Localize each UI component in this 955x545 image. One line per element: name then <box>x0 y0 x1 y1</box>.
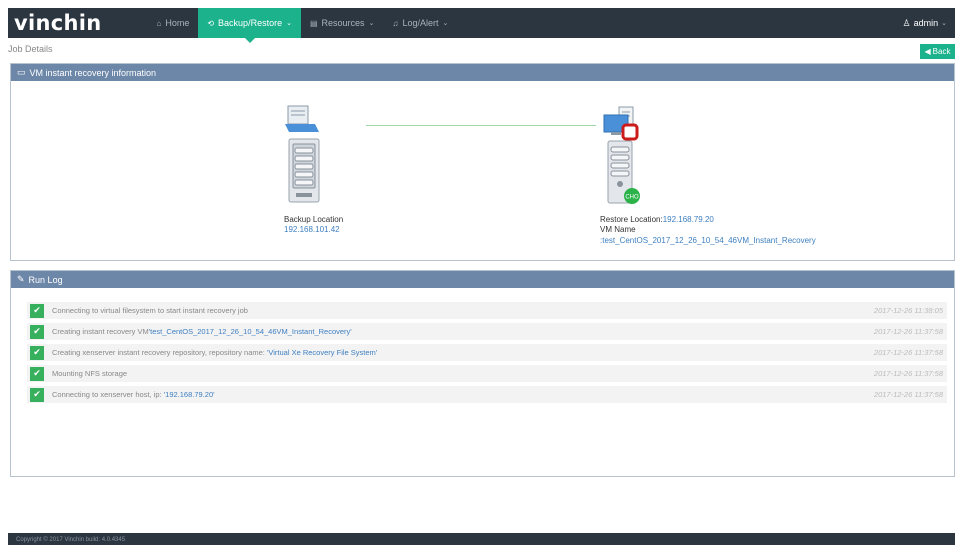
log-time: 2017-12-26 11:37:58 <box>873 390 943 399</box>
nav-backup-restore[interactable]: ⟲ Backup/Restore ⌄ <box>198 8 301 43</box>
nav-resources-label: Resources <box>321 18 365 28</box>
log-row: ✔ Creating xenserver instant recovery re… <box>27 344 947 361</box>
connection-line <box>366 125 596 126</box>
resources-icon: ▤ <box>309 18 318 28</box>
bell-icon: ♫ <box>392 18 399 28</box>
vm-link[interactable]: 'test_CentOS_2017_12_26_10_54_46VM_Insta… <box>149 327 352 336</box>
check-icon: ✔ <box>30 345 44 360</box>
status-badge: CHO <box>625 195 639 201</box>
check-icon: ✔ <box>30 324 44 339</box>
log-time: 2017-12-26 11:37:58 <box>873 327 943 336</box>
log-row: ✔ Connecting to virtual filesystem to st… <box>27 302 947 319</box>
log-list: ✔ Connecting to virtual filesystem to st… <box>27 302 947 407</box>
chevron-down-icon: ⌄ <box>286 20 292 27</box>
backup-ip-link[interactable]: 192.168.101.42 <box>284 225 340 234</box>
log-message: Mounting NFS storage <box>52 369 128 378</box>
check-icon: ✔ <box>30 366 44 381</box>
vm-name-label: VM Name <box>600 225 636 234</box>
restore-ip-link[interactable]: 192.168.79.20 <box>663 215 714 224</box>
run-log-panel: ✎ Run Log ✔ Connecting to virtual filesy… <box>10 270 955 477</box>
chevron-down-icon: ⌄ <box>368 20 375 27</box>
backup-restore-icon: ⟲ <box>207 18 215 28</box>
host-ip-link[interactable]: '192.168.79.20' <box>164 390 215 399</box>
check-icon: ✔ <box>30 387 44 402</box>
footer: Copyright © 2017 Vinchin build: 4.0.4345 <box>8 533 955 545</box>
vm-panel-title: VM instant recovery information <box>29 67 157 78</box>
arrow-left-icon: ◀ <box>924 47 931 56</box>
home-icon: ⌂ <box>156 18 162 28</box>
nav-home[interactable]: ⌂ Home <box>147 8 198 38</box>
log-row: ✔ Mounting NFS storage 2017-12-26 11:37:… <box>27 365 947 382</box>
check-icon: ✔ <box>30 303 44 318</box>
nav-home-label: Home <box>165 18 190 28</box>
page-title: Job Details <box>8 44 53 54</box>
user-icon: ♙ <box>902 17 911 28</box>
nav-resources[interactable]: ▤ Resources ⌄ <box>301 8 383 38</box>
user-menu[interactable]: ♙ admin ⌄ <box>903 8 947 38</box>
repository-link[interactable]: 'Virtual Xe Recovery File System' <box>267 348 377 357</box>
log-time: 2017-12-26 11:38:05 <box>873 306 943 315</box>
log-panel-header: ✎ Run Log <box>11 271 954 288</box>
brand-logo[interactable]: vinchin <box>14 8 101 38</box>
vm-panel-header: ▭ VM instant recovery information <box>11 64 954 81</box>
top-navbar: vinchin ⌂ Home ⟲ Backup/Restore ⌄ ▤ Reso… <box>8 8 955 43</box>
log-time: 2017-12-26 11:37:58 <box>873 369 943 378</box>
back-button-label: Back <box>932 47 951 56</box>
vm-name-link[interactable]: :test_CentOS_2017_12_26_10_54_46VM_Insta… <box>600 236 816 245</box>
nav-log-label: Log/Alert <box>402 18 439 28</box>
log-panel-title: Run Log <box>28 274 63 285</box>
log-message: Creating instant recovery VM'test_CentOS… <box>52 327 352 336</box>
nav-backup-label: Backup/Restore <box>218 18 283 28</box>
user-name: admin <box>913 18 939 28</box>
log-message: Connecting to virtual filesystem to star… <box>52 306 248 315</box>
backup-location-label: Backup Location <box>284 215 344 224</box>
nav-log-alert[interactable]: ♫ Log/Alert ⌄ <box>383 8 457 38</box>
chevron-down-icon: ⌄ <box>941 20 947 27</box>
backup-server-icon <box>285 105 320 203</box>
vm-recovery-panel: ▭ VM instant recovery information CHO Ba… <box>10 63 955 261</box>
monitor-icon: ▭ <box>17 67 26 77</box>
restore-location-label: Restore Location: <box>600 215 663 224</box>
chevron-down-icon: ⌄ <box>442 20 449 27</box>
log-row: ✔ Connecting to xenserver host, ip: '192… <box>27 386 947 403</box>
restore-location: Restore Location:192.168.79.20 <box>600 215 714 224</box>
log-message: Connecting to xenserver host, ip: '192.1… <box>52 390 215 399</box>
main-nav: ⌂ Home ⟲ Backup/Restore ⌄ ▤ Resources ⌄ … <box>147 8 457 43</box>
restore-server-icon: CHO <box>603 106 640 204</box>
log-time: 2017-12-26 11:37:58 <box>873 348 943 357</box>
log-message: Creating xenserver instant recovery repo… <box>52 348 378 357</box>
edit-icon: ✎ <box>17 274 25 284</box>
log-row: ✔ Creating instant recovery VM'test_Cent… <box>27 323 947 340</box>
back-button[interactable]: ◀ Back <box>920 44 955 59</box>
